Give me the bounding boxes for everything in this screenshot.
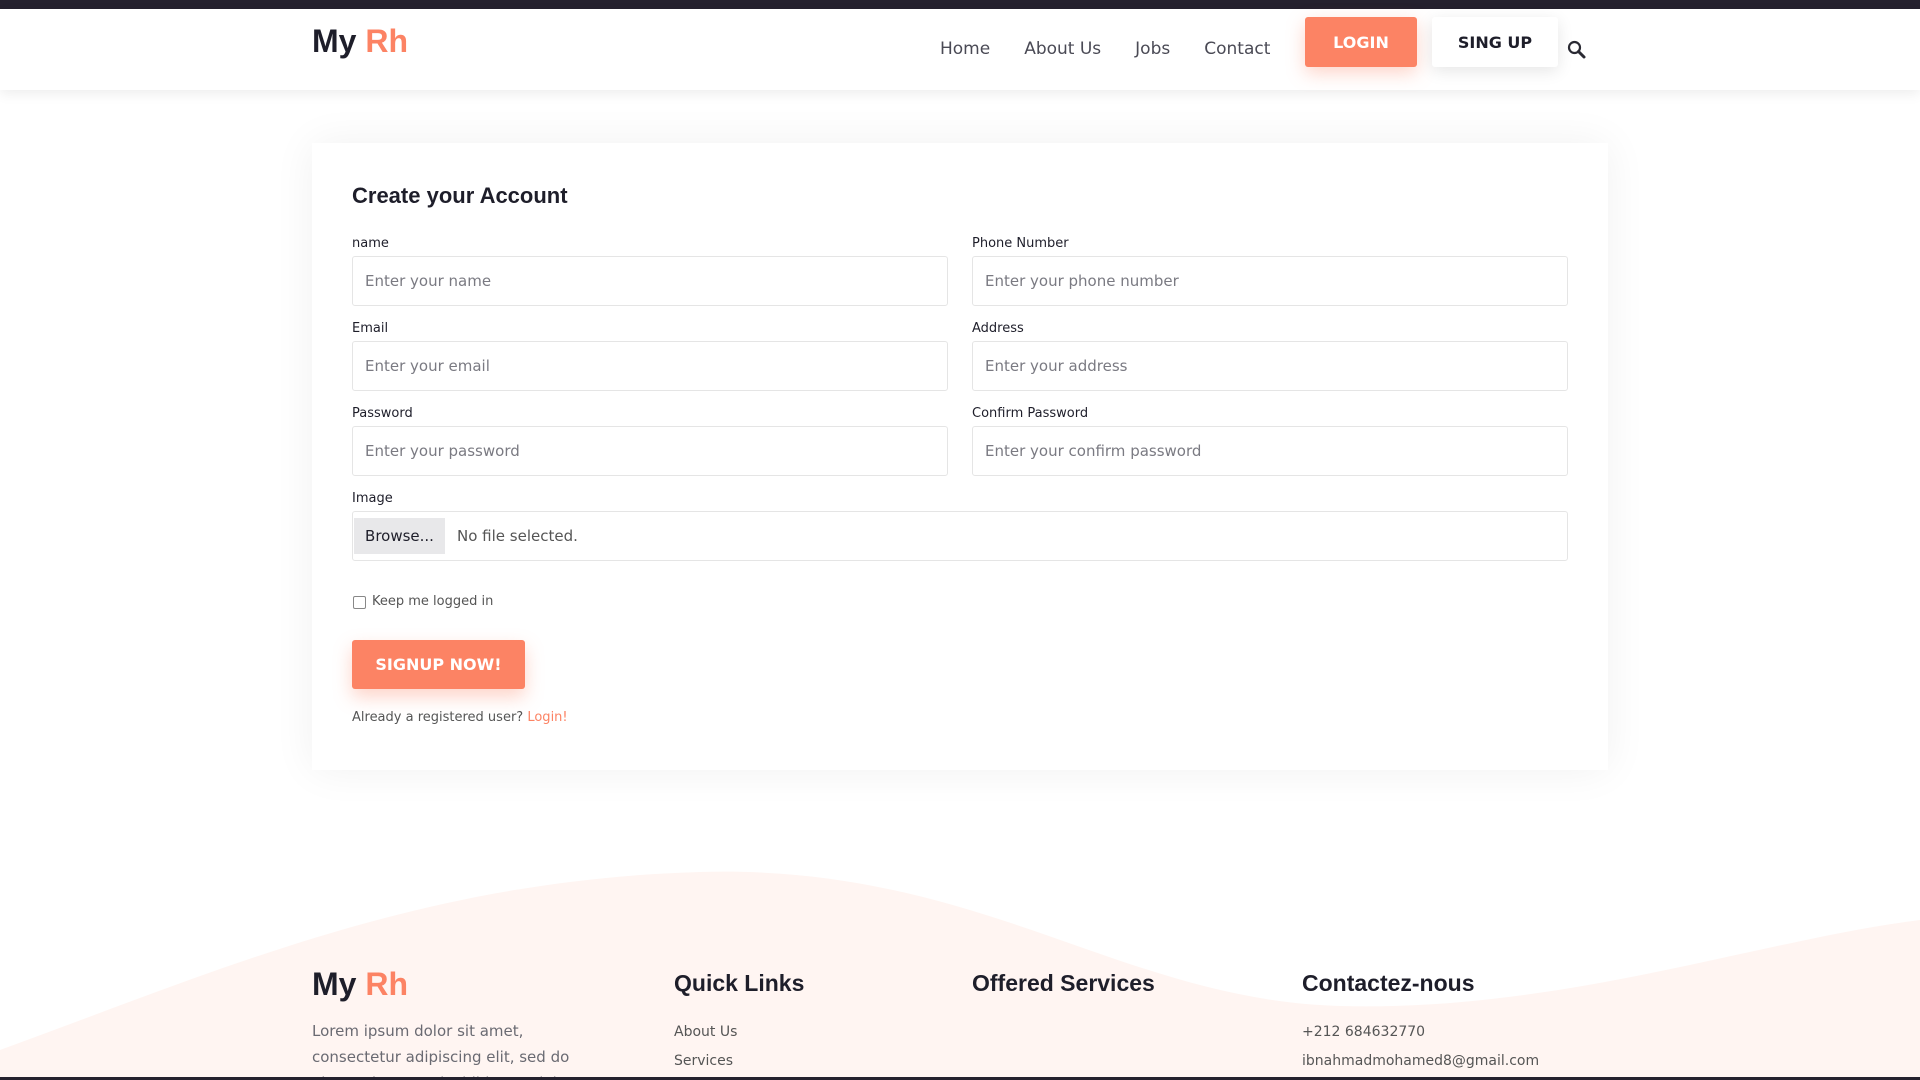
login-link[interactable]: Login! — [527, 710, 567, 725]
phone-label: Phone Number — [972, 236, 1069, 251]
name-label: name — [352, 236, 389, 251]
footer-description: Lorem ipsum dolor sit amet, consectetur … — [312, 1022, 606, 1080]
form-title: Create your Account — [352, 183, 568, 208]
signup-card: Create your Account name Phone Number Em… — [312, 143, 1608, 770]
address-input[interactable] — [972, 341, 1568, 391]
already-registered-label: Already a registered user? — [352, 710, 524, 725]
keep-logged-in-label: Keep me logged in — [372, 594, 494, 609]
offered-services-heading: Offered Services — [972, 970, 1155, 996]
footer-link-about-us[interactable]: About Us — [674, 1024, 737, 1040]
nav-link-home[interactable]: Home — [940, 39, 990, 59]
login-button[interactable]: LOGIN — [1305, 17, 1417, 67]
footer-email[interactable]: ibnahmadmohamed8@gmail.com — [1302, 1053, 1539, 1069]
password-label: Password — [352, 406, 413, 421]
confirm-password-input[interactable] — [972, 426, 1568, 476]
search-icon[interactable] — [1566, 39, 1588, 61]
footer-phone: +212 684632770 — [1302, 1024, 1426, 1040]
top-strip — [0, 0, 1920, 9]
nav-link-jobs[interactable]: Jobs — [1135, 39, 1170, 59]
image-file-input[interactable]: Browse... No file selected. — [352, 511, 1568, 561]
nav-link-about-us[interactable]: About Us — [1024, 39, 1101, 59]
email-input[interactable] — [352, 341, 948, 391]
address-label: Address — [972, 321, 1024, 336]
footer-brand-prefix: My — [312, 966, 357, 1002]
brand-logo[interactable]: My Rh — [312, 23, 408, 60]
footer-link-services[interactable]: Services — [674, 1053, 733, 1069]
nav-link-contact[interactable]: Contact — [1204, 39, 1270, 59]
footer-brand-accent: Rh — [365, 966, 408, 1002]
phone-input[interactable] — [972, 256, 1568, 306]
footer-brand-logo[interactable]: My Rh — [312, 966, 408, 1003]
file-status: No file selected. — [457, 527, 578, 545]
navbar: My Rh Home About Us Jobs Contact LOGIN S… — [0, 9, 1920, 90]
keep-logged-in-checkbox[interactable] — [353, 596, 366, 609]
brand-prefix: My — [312, 23, 357, 59]
password-input[interactable] — [352, 426, 948, 476]
signup-button[interactable]: SING UP — [1432, 17, 1558, 67]
already-registered-text: Already a registered user? Login! — [352, 710, 568, 725]
name-input[interactable] — [352, 256, 948, 306]
image-label: Image — [352, 491, 393, 506]
signup-now-button[interactable]: SIGNUP NOW! — [352, 640, 525, 689]
nav-links: Home About Us Jobs Contact — [940, 39, 1270, 59]
quick-links-heading: Quick Links — [674, 970, 805, 996]
brand-accent: Rh — [365, 23, 408, 59]
browse-button[interactable]: Browse... — [354, 518, 445, 554]
confirm-password-label: Confirm Password — [972, 406, 1089, 421]
footer-wave-background — [0, 871, 1920, 1080]
contact-heading: Contactez-nous — [1302, 970, 1475, 996]
email-label: Email — [352, 321, 389, 336]
